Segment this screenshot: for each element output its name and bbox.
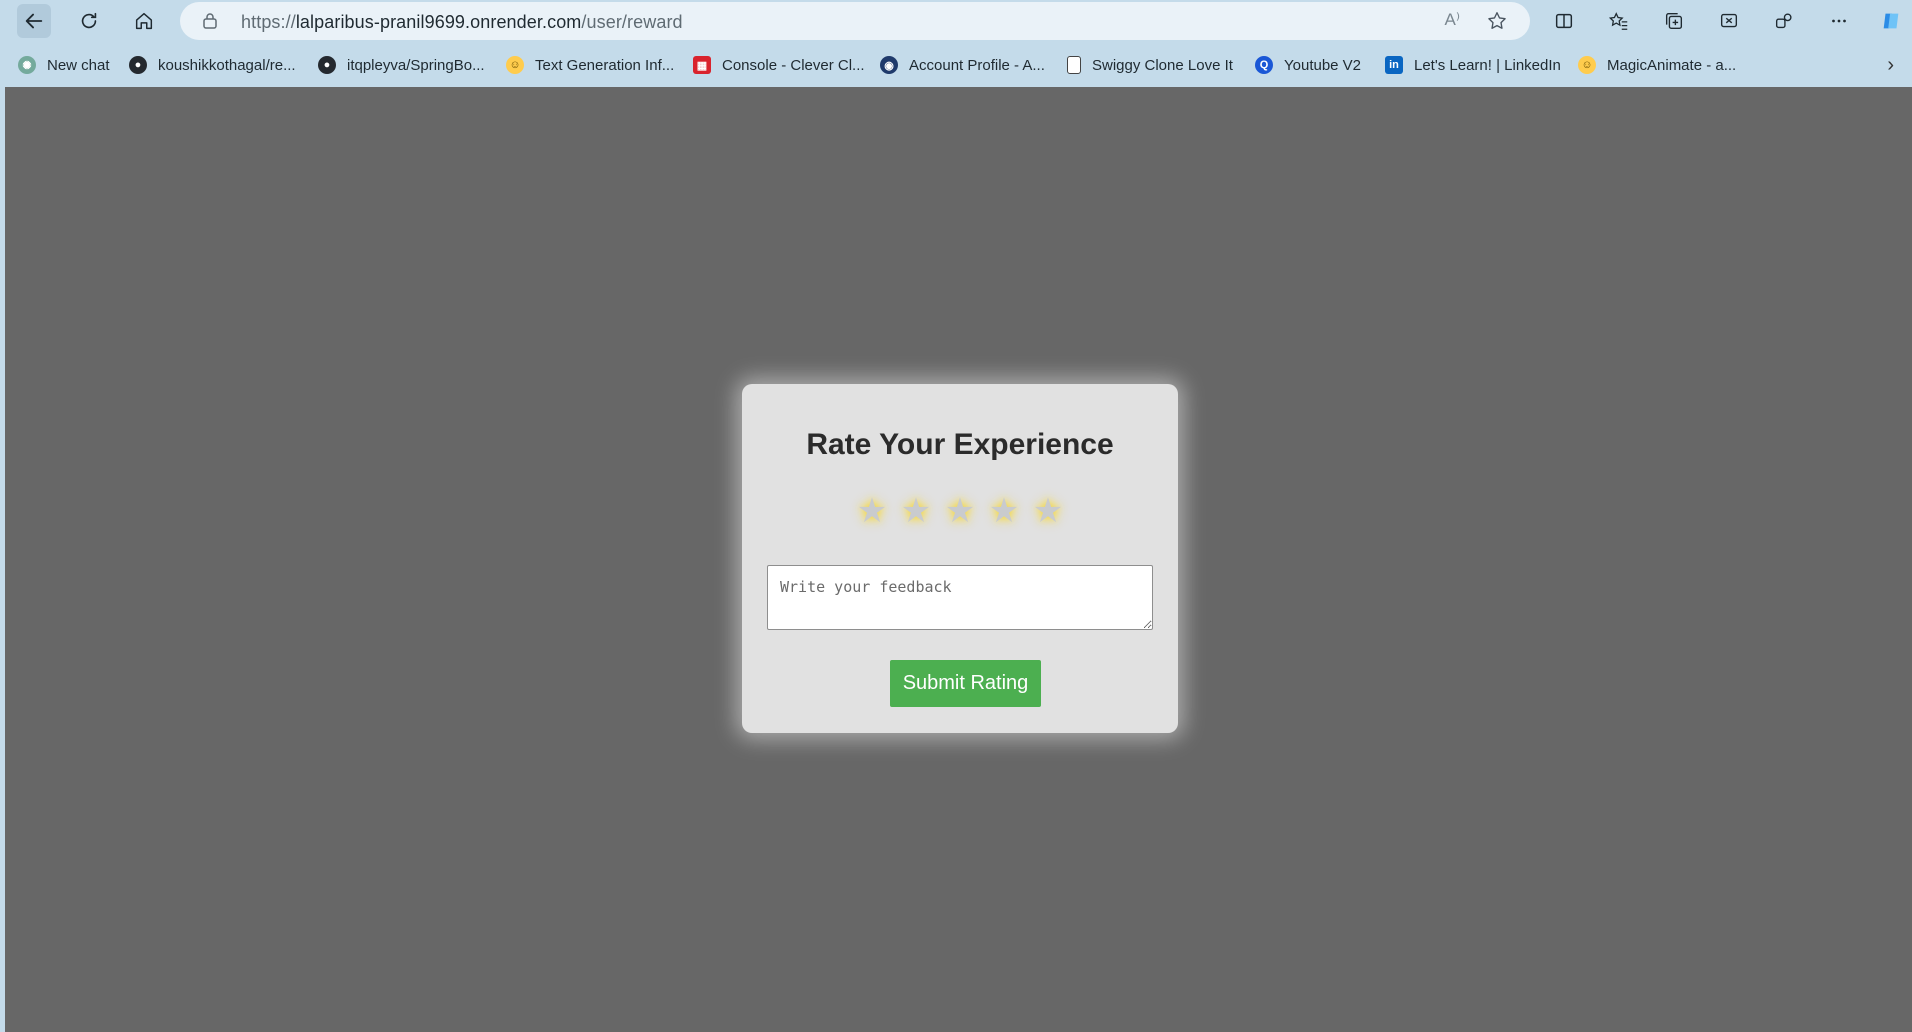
bookmark-label: New chat xyxy=(47,56,110,74)
read-aloud-icon[interactable]: A⁾ xyxy=(1444,10,1460,30)
page-viewport: Rate Your Experience ★ ★ ★ ★ ★ Submit Ra… xyxy=(5,87,1912,1032)
star-rating[interactable]: ★ ★ ★ ★ ★ xyxy=(742,494,1178,528)
favorites-button[interactable] xyxy=(1602,4,1636,38)
favorites-icon xyxy=(1608,12,1628,30)
screenshot-icon xyxy=(1720,13,1738,28)
huggingface-icon: ☺ xyxy=(1578,56,1596,74)
bookmark-label: Youtube V2 xyxy=(1284,56,1362,74)
bookmarks-bar: ✺ New chat ● koushikkothagal/re... ● itqple… xyxy=(0,42,1912,86)
feedback-input[interactable] xyxy=(767,565,1153,630)
split-screen-icon xyxy=(1555,13,1573,29)
star-1-icon[interactable]: ★ xyxy=(854,494,891,528)
bookmark-magicanimate[interactable]: ☺ MagicAnimate - a... xyxy=(1578,53,1736,77)
bookmark-label: Account Profile - A... xyxy=(909,56,1045,74)
collections-button[interactable] xyxy=(1657,4,1691,38)
clever-cloud-icon: ▦ xyxy=(693,56,711,74)
account-icon: ◉ xyxy=(880,56,898,74)
huggingface-icon: ☺ xyxy=(506,56,524,74)
split-screen-button[interactable] xyxy=(1547,4,1581,38)
linkedin-icon: in xyxy=(1385,56,1403,74)
more-icon xyxy=(1832,19,1846,23)
star-2-icon[interactable]: ★ xyxy=(898,494,935,528)
refresh-button[interactable] xyxy=(72,4,106,38)
bookmark-koushikkothagal[interactable]: ● koushikkothagal/re... xyxy=(129,53,296,77)
favorite-star-icon[interactable] xyxy=(1486,10,1508,32)
youtube-v2-icon: Q xyxy=(1255,56,1273,74)
lock-icon[interactable] xyxy=(200,11,220,31)
back-icon xyxy=(25,13,43,29)
bookmarks-overflow-chevron-icon[interactable]: › xyxy=(1887,54,1894,77)
url-host: lalparibus-pranil9699.onrender.com xyxy=(295,12,582,32)
bookmark-swiggy-clone[interactable]: Swiggy Clone Love It xyxy=(1067,53,1233,77)
bookmark-youtube-v2[interactable]: Q Youtube V2 xyxy=(1255,53,1361,77)
rating-card: Rate Your Experience ★ ★ ★ ★ ★ Submit Ra… xyxy=(742,384,1178,733)
bookmark-new-chat[interactable]: ✺ New chat xyxy=(18,53,110,77)
copilot-icon xyxy=(1883,13,1899,29)
url-text[interactable]: https://lalparibus-pranil9699.onrender.c… xyxy=(241,12,683,33)
bookmark-label: Swiggy Clone Love It xyxy=(1092,56,1233,74)
refresh-icon xyxy=(81,12,97,29)
bookmark-label: Text Generation Inf... xyxy=(535,56,675,74)
collections-icon xyxy=(1665,12,1683,30)
github-icon: ● xyxy=(129,56,147,74)
bookmark-itqpleyva[interactable]: ● itqpleyva/SpringBo... xyxy=(318,53,485,77)
url-scheme: https:// xyxy=(241,12,296,32)
bookmark-label: Let's Learn! | LinkedIn xyxy=(1414,56,1561,74)
screenshot-button[interactable] xyxy=(1712,4,1746,38)
github-icon: ● xyxy=(318,56,336,74)
back-button[interactable] xyxy=(17,4,51,38)
submit-rating-button[interactable]: Submit Rating xyxy=(890,660,1041,707)
bookmark-linkedin[interactable]: in Let's Learn! | LinkedIn xyxy=(1385,53,1561,77)
bookmark-text-generation[interactable]: ☺ Text Generation Inf... xyxy=(506,53,674,77)
page-title: Rate Your Experience xyxy=(806,428,1114,461)
address-bar[interactable]: https://lalparibus-pranil9699.onrender.c… xyxy=(180,2,1530,40)
home-button[interactable] xyxy=(127,4,161,38)
url-path: /user/reward xyxy=(581,12,683,32)
star-3-icon[interactable]: ★ xyxy=(942,494,979,528)
bookmark-label: MagicAnimate - a... xyxy=(1607,56,1737,74)
more-button[interactable] xyxy=(1822,4,1856,38)
chatgpt-icon: ✺ xyxy=(18,56,36,74)
bookmark-label: itqpleyva/SpringBo... xyxy=(347,56,485,74)
copilot-button[interactable] xyxy=(1874,4,1908,38)
star-4-icon[interactable]: ★ xyxy=(986,494,1023,528)
home-icon xyxy=(135,12,153,30)
extensions-button[interactable] xyxy=(1767,4,1801,38)
bookmark-label: koushikkothagal/re... xyxy=(158,56,296,74)
page-icon xyxy=(1067,56,1081,74)
bookmark-console-clever-cloud[interactable]: ▦ Console - Clever Cl... xyxy=(693,53,865,77)
browser-toolbar: https://lalparibus-pranil9699.onrender.c… xyxy=(0,0,1912,42)
bookmark-account-profile[interactable]: ◉ Account Profile - A... xyxy=(880,53,1045,77)
star-5-icon[interactable]: ★ xyxy=(1030,494,1067,528)
bookmark-label: Console - Clever Cl... xyxy=(722,56,865,74)
extensions-icon xyxy=(1775,13,1792,29)
